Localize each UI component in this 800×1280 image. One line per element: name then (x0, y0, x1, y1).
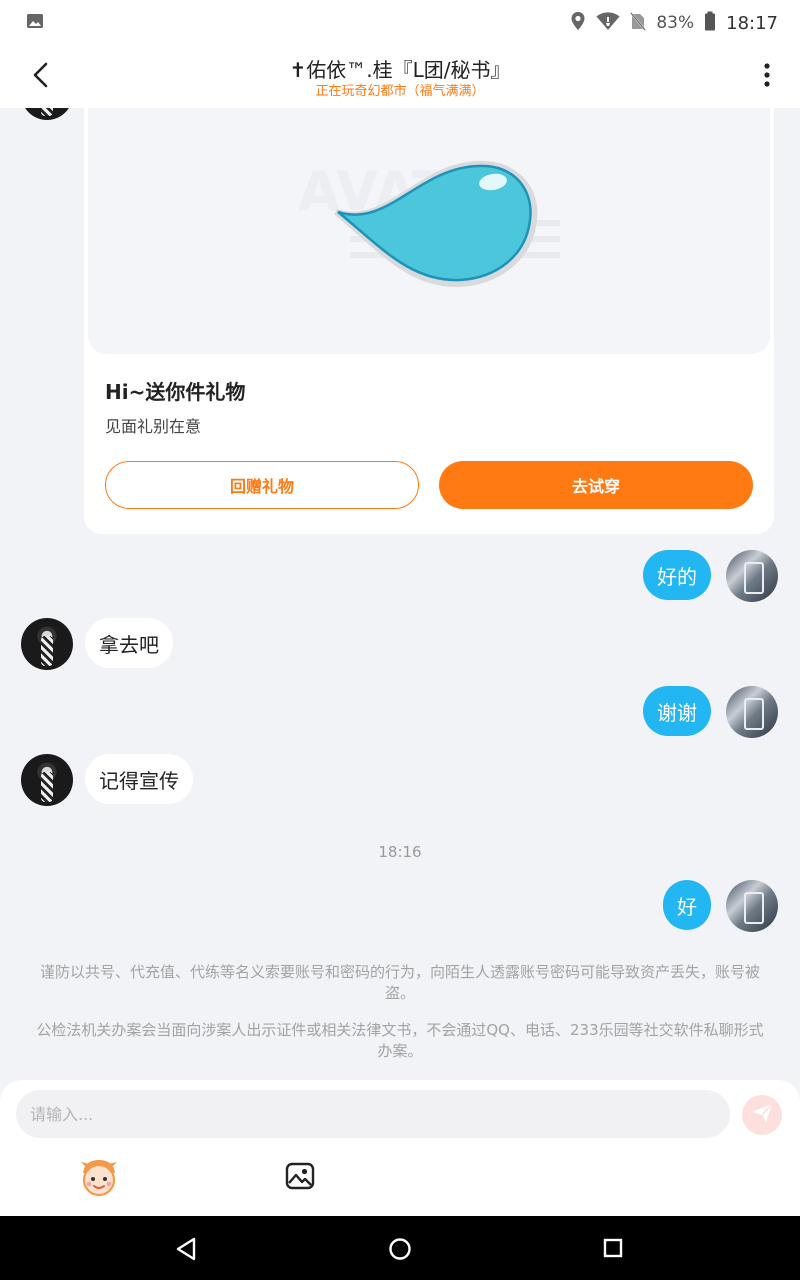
emoji-avatar-icon (78, 1160, 120, 1203)
clock: 18:17 (726, 12, 778, 34)
message-bubble-received[interactable]: 拿去吧 (85, 618, 173, 668)
avatar[interactable] (21, 618, 73, 670)
avatar[interactable] (21, 108, 73, 120)
chat-message-list[interactable]: AVAT Hi~送你件礼物 见面礼别在意 回赠礼物 去试穿 好的 拿去吧 谢谢 … (0, 108, 800, 1080)
more-options-button[interactable] (750, 60, 784, 94)
message-bubble-sent[interactable]: 谢谢 (643, 686, 711, 736)
avatar[interactable] (726, 880, 778, 932)
chat-header: ✝佑依™.桂『L团/秘书』 正在玩奇幻都市（福气满满） (0, 46, 800, 108)
gift-title: Hi~送你件礼物 (105, 380, 246, 404)
system-back-button[interactable] (174, 1236, 200, 1262)
image-icon (284, 1162, 316, 1196)
system-navigation-bar (0, 1216, 800, 1280)
gift-card: AVAT Hi~送你件礼物 见面礼别在意 回赠礼物 去试穿 (84, 108, 774, 534)
avatar[interactable] (21, 754, 73, 806)
status-bar: 83% 18:17 (0, 0, 800, 46)
security-notice: 公检法机关办案会当面向涉案人出示证件或相关法律文书，不会通过QQ、电话、233乐… (36, 1021, 764, 1060)
message-timestamp: 18:16 (378, 843, 422, 861)
emoji-button[interactable] (78, 1157, 120, 1199)
gallery-icon (26, 12, 44, 34)
location-pin-icon (570, 11, 586, 36)
back-arrow-icon (32, 62, 50, 92)
chat-title: ✝佑依™.桂『L团/秘书』 (289, 58, 511, 82)
avatar[interactable] (726, 686, 778, 738)
gift-description: 见面礼别在意 (105, 417, 202, 436)
send-button[interactable] (742, 1095, 782, 1135)
gift-image: AVAT (88, 108, 770, 354)
system-recents-button[interactable] (601, 1236, 625, 1260)
send-icon (750, 1101, 774, 1129)
battery-level: 83% (656, 13, 695, 33)
avatar[interactable] (726, 550, 778, 602)
message-bubble-sent[interactable]: 好 (663, 880, 711, 930)
system-home-button[interactable] (387, 1236, 413, 1262)
return-gift-button[interactable]: 回赠礼物 (105, 461, 419, 509)
message-bubble-sent[interactable]: 好的 (643, 550, 711, 600)
image-picker-button[interactable] (284, 1160, 316, 1192)
composer-panel (0, 1080, 800, 1216)
security-notice: 谨防以共号、代充值、代练等名义索要账号和密码的行为，向陌生人透露账号密码可能导致… (39, 963, 760, 1002)
message-input[interactable] (16, 1090, 730, 1138)
more-vertical-icon (763, 62, 771, 92)
chat-subtitle: 正在玩奇幻都市（福气满满） (315, 84, 485, 99)
wifi-icon (596, 11, 620, 36)
no-sim-icon (630, 11, 647, 36)
back-button[interactable] (24, 60, 58, 94)
message-bubble-received[interactable]: 记得宣传 (85, 754, 193, 804)
try-on-button[interactable]: 去试穿 (439, 461, 753, 509)
battery-icon (704, 11, 716, 36)
